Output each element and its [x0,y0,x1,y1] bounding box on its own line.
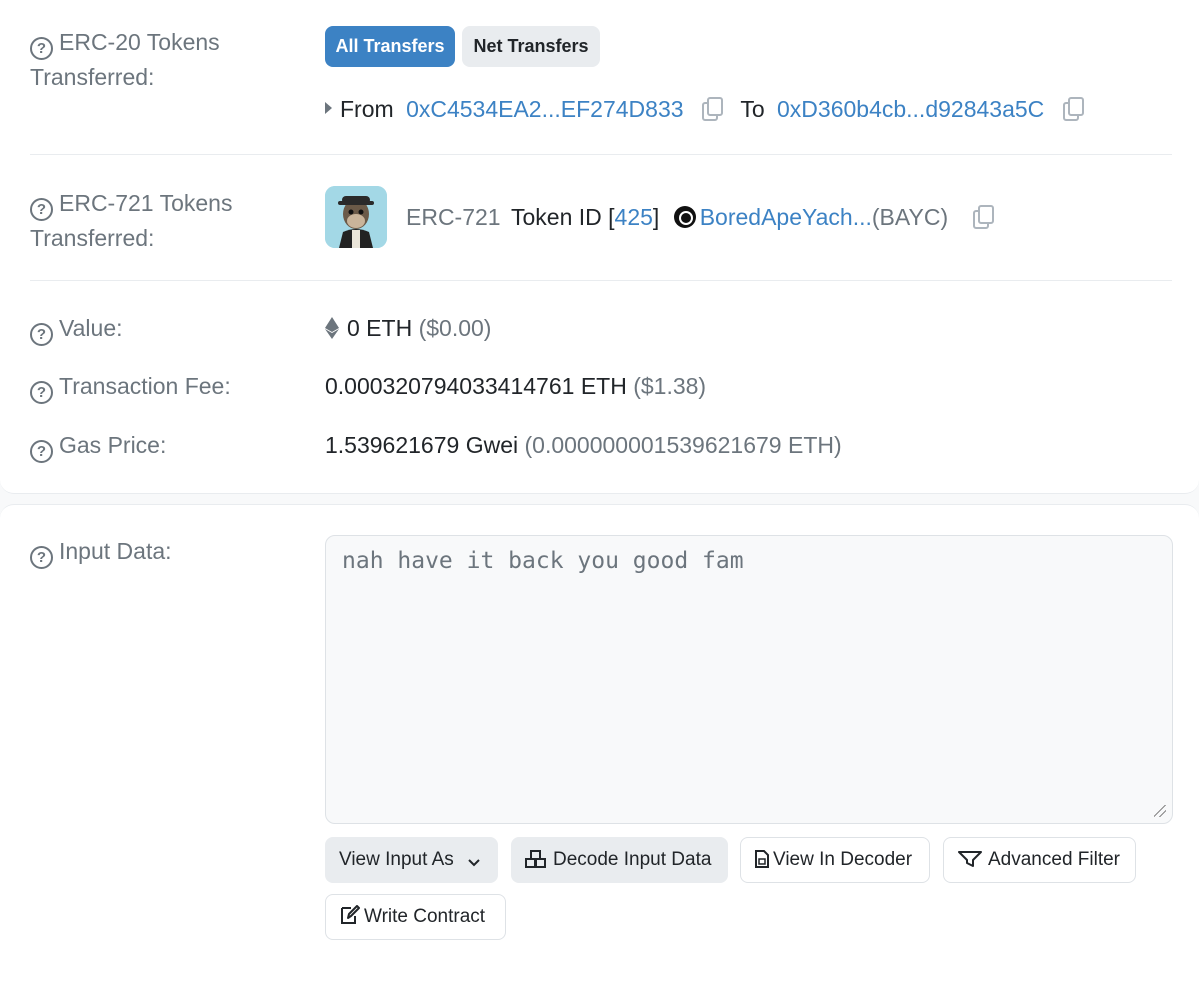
copy-icon[interactable] [971,205,994,229]
input-data-text: nah have it back you good fam [342,548,744,574]
chevron-down-icon [468,859,480,867]
edit-contract-icon [341,905,360,924]
copy-icon[interactable] [1061,97,1084,121]
view-input-as-dropdown[interactable]: View Input As [325,837,498,883]
input-label: ? Input Data: [30,534,290,569]
gas-label: ? Gas Price: [30,428,290,463]
from-address-link[interactable]: 0xC4534EA2...EF274D833 [406,96,683,122]
help-icon[interactable]: ? [30,381,53,404]
fee-row: 0.000320794033414761 ETH ($1.38) [325,369,706,403]
collection-link[interactable]: BoredApeYach... [700,204,872,230]
erc721-label-text: ERC-721 Tokens Transferred: [30,190,233,251]
filter-icon [958,851,982,867]
ethereum-icon [325,317,339,339]
value-amount: 0 ETH [347,315,413,341]
tab-net-transfers[interactable]: Net Transfers [462,26,600,67]
token-standard: ERC-721 [406,204,501,230]
value-usd: ($0.00) [418,315,492,341]
value-label: ? Value: [30,311,290,346]
advanced-filter-button[interactable]: Advanced Filter [943,837,1136,883]
help-icon[interactable]: ? [30,440,53,463]
erc20-label-text: ERC-20 Tokens Transferred: [30,29,220,90]
transfer-row: From 0xC4534EA2...EF274D833 To 0xD360b4c… [325,92,1084,126]
fee-label-text: Transaction Fee: [59,373,231,399]
fee-amount: 0.000320794033414761 ETH [325,373,627,399]
erc721-label: ? ERC-721 Tokens Transferred: [30,186,290,255]
resize-handle[interactable] [1154,805,1166,817]
divider [30,280,1172,281]
token-id-link[interactable]: 425 [615,204,653,230]
help-icon[interactable]: ? [30,198,53,221]
nft-thumbnail[interactable] [325,186,387,248]
cubes-icon [525,850,546,868]
token-id-label: Token ID [ [511,204,615,230]
gas-row: 1.539621679 Gwei (0.000000001539621679 E… [325,428,842,462]
help-icon[interactable]: ? [30,546,53,569]
token-id-close: ] [652,204,660,230]
write-contract-label: Write Contract [364,906,486,927]
input-label-text: Input Data: [59,538,172,564]
from-label: From [340,96,394,122]
gas-label-text: Gas Price: [59,432,167,458]
advanced-filter-label: Advanced Filter [988,849,1121,870]
decode-input-label: Decode Input Data [553,849,712,870]
write-contract-button[interactable]: Write Contract [325,894,506,940]
fee-label: ? Transaction Fee: [30,369,290,404]
collection-logo-icon [673,206,696,228]
expand-caret-icon[interactable] [325,102,332,114]
value-label-text: Value: [59,315,123,341]
tab-all-transfers[interactable]: All Transfers [325,26,455,67]
view-in-decoder-label: View In Decoder [773,849,913,870]
to-label: To [740,96,765,122]
value-row: 0 ETH ($0.00) [325,311,491,345]
file-code-icon [755,850,769,868]
to-address-link[interactable]: 0xD360b4cb...d92843a5C [777,96,1044,122]
copy-icon[interactable] [700,97,723,121]
erc721-transfer-row: ERC-721 Token ID [425] BoredApeYach...(B… [406,200,994,234]
view-in-decoder-button[interactable]: View In Decoder [740,837,930,883]
erc20-label: ? ERC-20 Tokens Transferred: [30,25,290,94]
decode-input-button[interactable]: Decode Input Data [511,837,728,883]
gas-eth: (0.000000001539621679 ETH) [524,432,842,458]
help-icon[interactable]: ? [30,37,53,60]
divider [30,154,1172,155]
collection-symbol: (BAYC) [871,204,949,230]
view-input-as-label: View Input As [339,849,454,870]
fee-usd: ($1.38) [633,373,707,399]
gas-amount: 1.539621679 Gwei [325,432,519,458]
help-icon[interactable]: ? [30,323,53,346]
input-data-textarea[interactable]: nah have it back you good fam [325,535,1173,824]
